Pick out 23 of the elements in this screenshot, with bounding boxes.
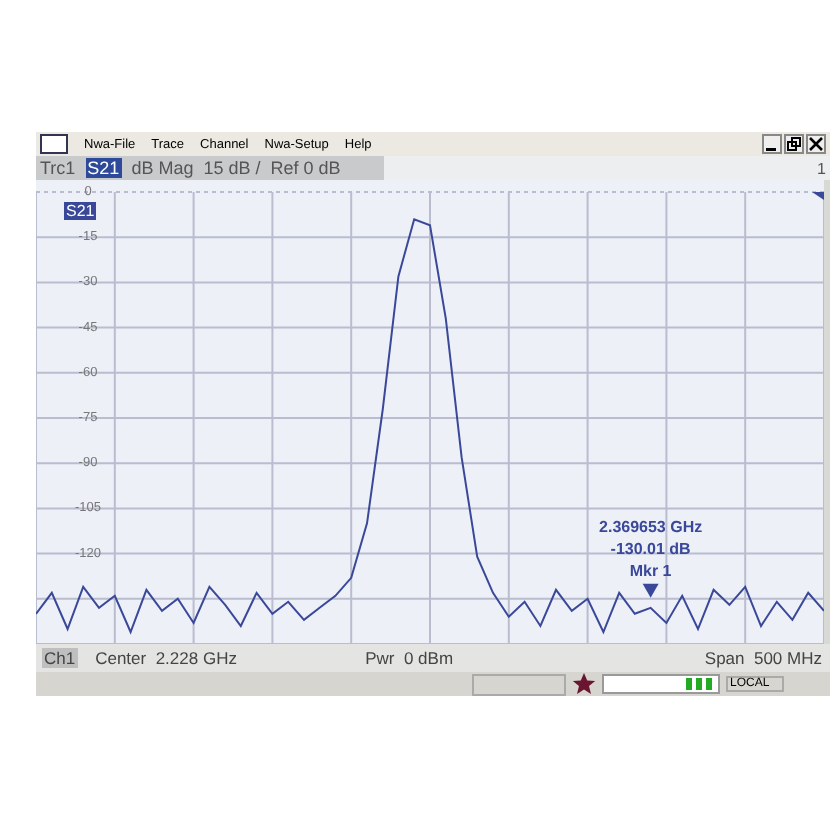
star-icon bbox=[572, 672, 596, 696]
scale-label: 15 dB / bbox=[203, 158, 261, 178]
signal-bars-icon bbox=[686, 678, 714, 690]
marker-frequency: 2.369653 GHz bbox=[599, 517, 703, 536]
marker-label: Mkr 1 bbox=[629, 561, 672, 580]
marker-level: -130.01 dB bbox=[610, 539, 691, 558]
power-label: Pwr 0 dBm bbox=[365, 648, 454, 668]
reference-label: Ref 0 dB bbox=[270, 158, 341, 178]
channel-label: Ch1 bbox=[42, 648, 78, 668]
channel-number: 1 bbox=[817, 159, 828, 177]
status-cell bbox=[472, 673, 566, 695]
format-label: dB Mag bbox=[131, 158, 194, 178]
close-icon[interactable] bbox=[806, 134, 826, 154]
trace-name: Trc1 bbox=[40, 158, 76, 178]
span-label: Span 500 MHz bbox=[704, 648, 824, 668]
center-frequency: Center 2.228 GHz bbox=[95, 648, 239, 668]
window-icon bbox=[40, 134, 68, 154]
minimize-icon[interactable] bbox=[762, 134, 782, 154]
trace-label[interactable]: S21 bbox=[64, 202, 97, 220]
marker-icon[interactable] bbox=[642, 583, 659, 598]
reference-marker-icon bbox=[812, 192, 824, 200]
parameter-label[interactable]: S21 bbox=[85, 158, 122, 178]
restore-icon[interactable] bbox=[784, 134, 804, 154]
